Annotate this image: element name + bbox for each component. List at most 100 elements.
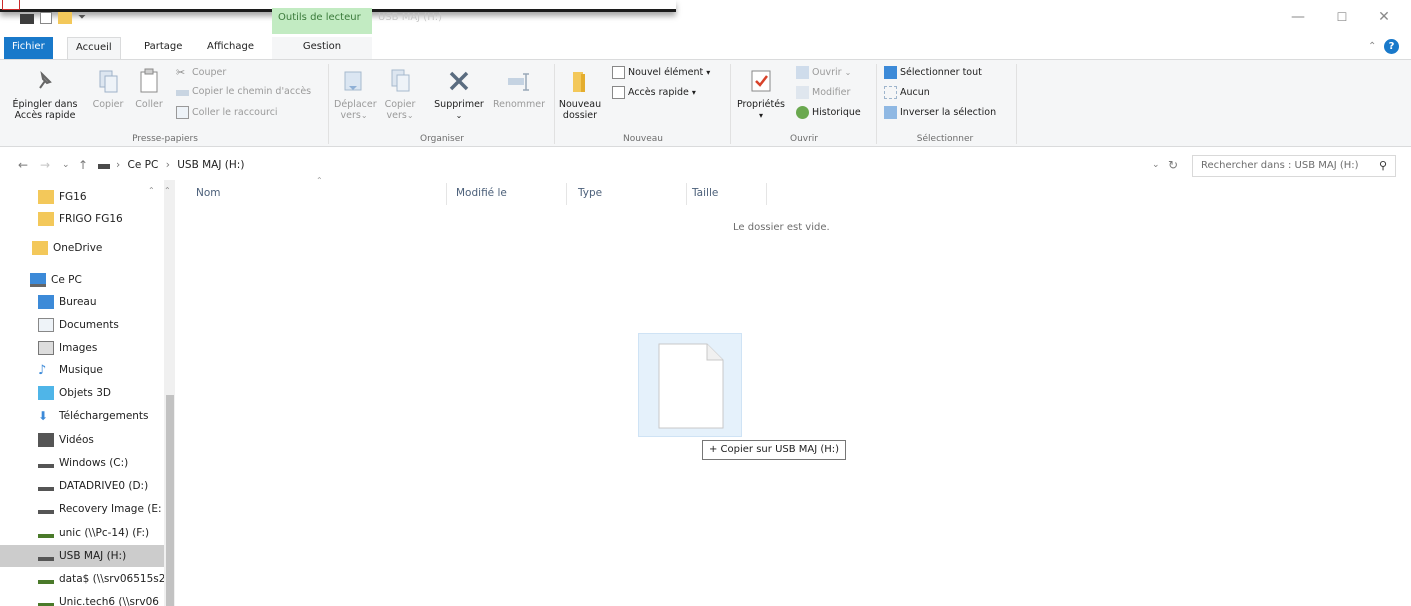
select-all-button[interactable]: Sélectionner tout [884, 66, 982, 79]
tab-partage[interactable]: Partage [136, 37, 190, 59]
ribbon-tabs: Fichier Accueil Partage Affichage Gestio… [0, 37, 1411, 59]
open-icon [796, 66, 809, 79]
history-button[interactable]: Historique [796, 106, 861, 119]
properties-quick-icon[interactable] [40, 12, 52, 24]
search-placeholder: Rechercher dans : USB MAJ (H:) [1201, 160, 1359, 171]
customize-quick-access-icon[interactable]: ⏷ [78, 12, 86, 23]
window-title: USB MAJ (H:) [378, 12, 442, 23]
minimize-button[interactable]: — [1276, 6, 1320, 28]
scroll-up-icon[interactable]: ⌃ [164, 186, 171, 195]
refresh-icon[interactable]: ↻ [1168, 158, 1178, 172]
paste-shortcut-button[interactable]: Coller le raccourci [176, 106, 278, 119]
sidebar-item[interactable]: Unic.tech6 (\\srv06 [0, 591, 175, 606]
folder-icon [32, 241, 48, 255]
properties-button[interactable]: Propriétés ▾ [734, 66, 788, 121]
new-folder-button[interactable]: Nouveau dossier [558, 66, 602, 121]
sidebar-item[interactable]: DATADRIVE0 (D:) [0, 475, 175, 497]
sidebar-item-label: FRIGO FG16 [59, 213, 123, 225]
quick-access-button[interactable]: Accès rapide ▾ [612, 86, 696, 99]
copy-to-button[interactable]: Copier vers⌄ [380, 66, 420, 121]
sidebar-item[interactable]: Documents [0, 314, 175, 336]
column-separator[interactable] [686, 183, 687, 205]
sidebar-item[interactable]: Ce PC [0, 269, 175, 291]
close-button[interactable]: ✕ [1362, 6, 1406, 28]
up-arrow-icon[interactable]: ↑ [78, 158, 88, 172]
column-header-name[interactable]: Nom [196, 187, 221, 199]
drive-icon [38, 504, 54, 514]
sidebar-item-label: FG16 [59, 191, 87, 203]
back-arrow-icon[interactable]: ← [18, 158, 28, 172]
invert-selection-button[interactable]: Inverser la sélection [884, 106, 996, 119]
sidebar-item[interactable]: Images [0, 337, 175, 359]
move-to-label: Déplacer vers [334, 99, 377, 121]
paste-shortcut-icon [176, 106, 189, 119]
column-header-size[interactable]: Taille [692, 187, 718, 199]
edit-button[interactable]: Modifier [796, 86, 850, 99]
new-folder-quick-icon[interactable] [58, 12, 72, 24]
copy-button[interactable]: Copier [88, 66, 128, 110]
recent-locations-icon[interactable]: ⌄ [62, 160, 70, 170]
sidebar-item[interactable]: Windows (C:) [0, 452, 175, 474]
title-bar: ⏷ Outils de lecteur USB MAJ (H:) — ☐ ✕ [0, 0, 1411, 34]
sidebar-item[interactable]: FRIGO FG16 [0, 208, 175, 230]
sidebar-item[interactable]: data$ (\\srv06515s2 [0, 568, 175, 590]
move-to-button[interactable]: Déplacer vers⌄ [334, 66, 377, 121]
new-item-button[interactable]: Nouvel élément ▾ [612, 66, 710, 79]
search-input[interactable]: Rechercher dans : USB MAJ (H:) ⚲ [1192, 155, 1396, 177]
pin-quick-access-button[interactable]: Épingler dans Accès rapide [2, 66, 88, 121]
select-none-button[interactable]: Aucun [884, 86, 930, 99]
delete-x-icon [444, 66, 474, 96]
tab-gestion[interactable]: Gestion [272, 37, 372, 59]
copy-label: Copier [92, 99, 124, 110]
collapse-ribbon-icon[interactable]: ⌃ [1368, 41, 1376, 52]
move-to-icon [339, 66, 369, 96]
sidebar-collapse-chevron-icon[interactable]: ⌃ [148, 186, 155, 195]
column-header-type[interactable]: Type [578, 187, 602, 199]
search-icon[interactable]: ⚲ [1379, 159, 1387, 172]
invert-selection-label: Inverser la sélection [900, 107, 997, 118]
drive-path-icon [98, 164, 110, 169]
context-tab-label: Outils de lecteur [278, 12, 361, 23]
help-icon[interactable]: ? [1384, 39, 1399, 54]
sidebar-item[interactable]: USB MAJ (H:) [0, 545, 175, 567]
breadcrumb-usb[interactable]: USB MAJ (H:) [177, 159, 244, 171]
sidebar-item[interactable]: ⬇ Téléchargements [0, 405, 175, 427]
sidebar-item[interactable]: unic (\\Pc-14) (F:) [0, 522, 175, 544]
tab-fichier[interactable]: Fichier [4, 37, 53, 59]
sidebar-item[interactable]: OneDrive [0, 237, 175, 259]
cut-button[interactable]: ✂ Couper [176, 66, 226, 79]
sidebar-item[interactable]: ♪ Musique [0, 359, 175, 381]
rename-button[interactable]: Renommer [490, 66, 548, 110]
copy-path-button[interactable]: Copier le chemin d'accès [176, 86, 311, 97]
drag-copy-tooltip: + Copier sur USB MAJ (H:) [702, 440, 847, 460]
sidebar-item-label: Bureau [59, 296, 97, 308]
forward-arrow-icon[interactable]: → [40, 158, 50, 172]
sidebar-item-label: DATADRIVE0 (D:) [59, 480, 149, 492]
sidebar-item[interactable]: Vidéos [0, 429, 175, 451]
column-header-modified[interactable]: Modifié le [456, 187, 507, 199]
column-separator[interactable] [766, 183, 767, 205]
sidebar-item-label: USB MAJ (H:) [59, 550, 127, 562]
tab-affichage[interactable]: Affichage [199, 37, 262, 59]
column-separator[interactable] [446, 183, 447, 205]
sidebar-item-label: Musique [59, 364, 103, 376]
downloads-icon: ⬇ [38, 409, 49, 423]
objects3d-icon [38, 386, 54, 400]
tab-accueil[interactable]: Accueil [67, 37, 121, 59]
sidebar-item[interactable]: Bureau [0, 291, 175, 313]
paste-shortcut-label: Coller le raccourci [192, 107, 278, 118]
new-item-label: Nouvel élément [628, 67, 704, 78]
address-dropdown-icon[interactable]: ⌄ [1152, 160, 1160, 170]
paste-button[interactable]: Coller [130, 66, 168, 110]
breadcrumb-ce-pc[interactable]: Ce PC [128, 159, 159, 171]
column-separator[interactable] [566, 183, 567, 205]
group-separator [876, 64, 877, 144]
music-icon: ♪ [38, 363, 47, 378]
copy-path-label: Copier le chemin d'accès [192, 86, 312, 97]
maximize-button[interactable]: ☐ [1320, 6, 1364, 28]
sidebar-item[interactable]: Objets 3D [0, 382, 175, 404]
delete-button[interactable]: Supprimer ⌄ [430, 66, 488, 121]
open-button[interactable]: Ouvrir ⌄ [796, 66, 851, 79]
sidebar-item[interactable]: Recovery Image (E: [0, 498, 175, 520]
navigation-scroll-thumb[interactable] [166, 395, 174, 606]
